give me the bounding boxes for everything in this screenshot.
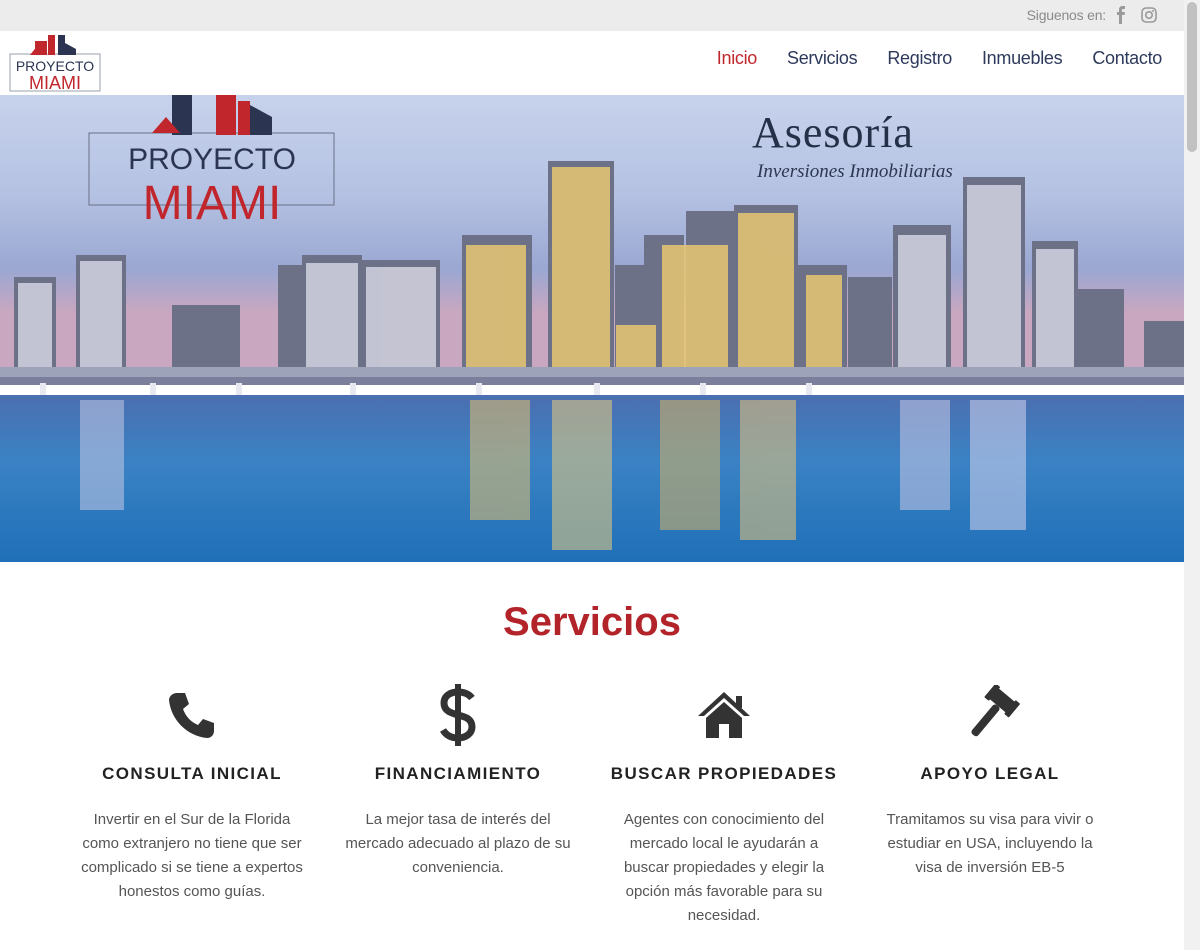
facebook-icon[interactable]	[1114, 6, 1128, 24]
nav-item-inmuebles[interactable]: Inmuebles	[982, 48, 1063, 69]
service-text: Agentes con conocimiento del mercado loc…	[623, 811, 825, 924]
gavel-icon	[971, 685, 1020, 737]
follow-label: Siguenos en:	[1026, 7, 1107, 23]
hero-subtitle: Inversiones Inmobiliarias	[757, 161, 953, 182]
hero-banner: PROYECTO MIAMI Asesoría Inversiones Inmo…	[0, 95, 1184, 562]
service-title: CONSULTA INICIAL	[102, 764, 282, 783]
hero-logo: PROYECTO MIAMI	[88, 95, 335, 227]
dollar-icon	[439, 684, 476, 746]
social-topbar: Siguenos en:	[0, 0, 1184, 31]
nav-item-inicio[interactable]: Inicio	[717, 48, 758, 69]
site-header: PROYECTO MIAMI Inicio Servicios Registro…	[0, 31, 1184, 95]
service-text: Tramitamos su visa para vivir o estudiar…	[886, 811, 1094, 876]
service-title: BUSCAR PROPIEDADES	[610, 764, 838, 783]
service-financiamiento: FINANCIAMIENTO La mejor tasa de interés …	[333, 680, 583, 880]
logo-text-line1: PROYECTO	[16, 58, 94, 74]
service-buscar-propiedades: BUSCAR PROPIEDADES Agentes con conocimie…	[599, 680, 849, 928]
main-nav: Inicio Servicios Registro Inmuebles Cont…	[687, 48, 1163, 69]
page-scrollbar[interactable]	[1184, 0, 1200, 950]
logo-text-line2: MIAMI	[29, 73, 81, 93]
scrollbar-thumb[interactable]	[1187, 2, 1197, 152]
nav-item-servicios[interactable]: Servicios	[787, 48, 858, 69]
service-title: APOYO LEGAL	[920, 764, 1060, 783]
service-text: La mejor tasa de interés del mercado ade…	[345, 811, 571, 876]
instagram-icon[interactable]	[1141, 7, 1157, 23]
hero-title: Asesoría	[752, 108, 914, 157]
nav-item-registro[interactable]: Registro	[887, 48, 952, 69]
phone-icon	[169, 693, 214, 738]
service-title: FINANCIAMIENTO	[374, 764, 542, 783]
home-icon	[698, 692, 750, 738]
nav-item-contacto[interactable]: Contacto	[1092, 48, 1162, 69]
service-consulta: CONSULTA INICIAL Invertir en el Sur de l…	[67, 680, 317, 904]
hero-logo-line1: PROYECTO	[128, 143, 296, 176]
site-logo[interactable]: PROYECTO MIAMI	[8, 33, 102, 93]
services-heading: Servicios	[503, 600, 681, 644]
service-apoyo-legal: APOYO LEGAL Tramitamos su visa para vivi…	[865, 680, 1115, 880]
hero-logo-line2: MIAMI	[143, 177, 282, 227]
service-text: Invertir en el Sur de la Florida como ex…	[81, 811, 303, 900]
